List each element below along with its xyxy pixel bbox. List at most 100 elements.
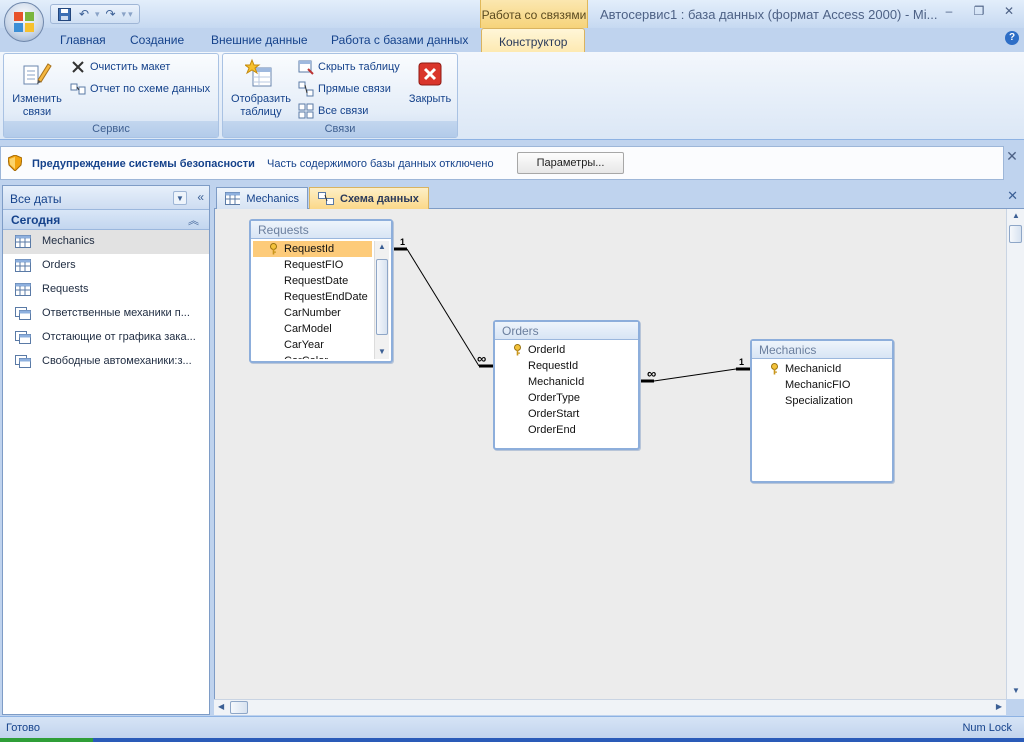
field-row[interactable]: CarYear [253, 337, 372, 353]
nav-item-table[interactable]: Orders [3, 254, 209, 278]
field-row[interactable]: OrderId [497, 342, 636, 358]
collapse-group-icon[interactable]: ︽ [188, 212, 199, 228]
table-window-title[interactable]: Orders [495, 322, 638, 340]
field-list-scrollbar[interactable]: ▲ ▼ [374, 241, 389, 359]
primary-key-icon [770, 363, 779, 375]
undo-dropdown-icon[interactable]: ▾ [95, 9, 100, 20]
field-row[interactable]: MechanicId [497, 374, 636, 390]
tab-external-data[interactable]: Внешние данные [211, 33, 308, 47]
scroll-down-icon[interactable]: ▼ [1012, 686, 1020, 695]
tab-database-tools[interactable]: Работа с базами данных [331, 33, 468, 47]
tab-home[interactable]: Главная [60, 33, 106, 47]
group-service: Изменить связи Очистить макет Отчет по с… [3, 53, 219, 138]
nav-item-query[interactable]: Ответственные механики п... [3, 302, 209, 326]
query-icon [15, 355, 31, 368]
hide-table-icon [298, 59, 314, 75]
direct-relations-button[interactable]: Прямые связи [298, 80, 391, 98]
field-name: CarModel [284, 323, 332, 335]
tab-mechanics[interactable]: Mechanics [216, 187, 308, 209]
field-row[interactable]: RequestDate [253, 273, 372, 289]
table-icon [225, 192, 241, 205]
field-row[interactable]: CarColor [253, 353, 372, 359]
field-name: CarYear [284, 339, 324, 351]
taskbar-strip [0, 738, 1024, 742]
relationship-line[interactable]: ∞1 [640, 357, 750, 383]
redo-dropdown-icon[interactable]: ▾ [122, 9, 127, 20]
field-name: CarColor [284, 355, 328, 359]
close-document-icon[interactable]: ✕ [1007, 188, 1018, 204]
table-window-requests[interactable]: Requests RequestId RequestFIO RequestDate R… [249, 219, 393, 363]
chevron-down-icon[interactable]: ▼ [173, 191, 187, 205]
cardinality-label: ∞ [647, 366, 656, 381]
scroll-up-icon[interactable]: ▲ [1012, 211, 1020, 220]
table-window-title[interactable]: Mechanics [752, 341, 892, 359]
table-window-mechanics[interactable]: Mechanics MechanicId MechanicFIO Specializ… [750, 339, 894, 483]
help-icon[interactable]: ? [1005, 31, 1019, 45]
minimize-icon[interactable]: – [940, 4, 958, 18]
nav-item-table[interactable]: Requests [3, 278, 209, 302]
cardinality-label: ∞ [477, 351, 486, 366]
nav-group-today[interactable]: Сегодня ︽ [3, 210, 209, 230]
tab-design[interactable]: Конструктор [481, 28, 586, 53]
relationship-line[interactable]: 1∞ [393, 237, 493, 368]
save-icon[interactable] [55, 6, 73, 22]
table-window-orders[interactable]: Orders OrderId RequestId MechanicId OrderTy… [493, 320, 640, 450]
shield-icon [7, 154, 23, 172]
nav-item-query[interactable]: Отстающие от графика зака... [3, 326, 209, 350]
nav-item-query[interactable]: Свободные автомеханики:з... [3, 350, 209, 374]
field-row[interactable]: MechanicId [754, 361, 890, 377]
report-icon [70, 81, 86, 97]
group-service-label: Сервис [4, 121, 218, 137]
close-relations-button[interactable]: Закрыть [405, 58, 455, 106]
field-row[interactable]: Specialization [754, 393, 890, 409]
window-title: Автосервис1 : база данных (формат Access… [600, 7, 938, 22]
nav-pane-header[interactable]: Все даты ▼ « [3, 186, 209, 210]
scroll-right-icon[interactable]: ▶ [996, 702, 1002, 711]
security-options-button[interactable]: Параметры... [517, 152, 624, 174]
horizontal-scroll-thumb[interactable] [230, 701, 248, 714]
table-window-title[interactable]: Requests [251, 221, 391, 239]
field-name: OrderEnd [528, 424, 576, 436]
maximize-icon[interactable]: ❐ [970, 4, 988, 18]
scroll-up-icon[interactable]: ▲ [378, 242, 386, 251]
field-row[interactable]: RequestFIO [253, 257, 372, 273]
tab-create[interactable]: Создание [130, 33, 184, 47]
tab-relationship-schema[interactable]: Схема данных [309, 187, 429, 209]
primary-key-icon [269, 243, 278, 255]
field-row[interactable]: RequestId [253, 241, 372, 257]
scroll-left-icon[interactable]: ◀ [218, 702, 224, 711]
clear-layout-button[interactable]: Очистить макет [70, 58, 170, 76]
field-name: RequestDate [284, 275, 349, 287]
vertical-scroll-thumb[interactable] [1009, 225, 1022, 243]
field-row[interactable]: MechanicFIO [754, 377, 890, 393]
scroll-down-icon[interactable]: ▼ [378, 347, 386, 356]
field-row[interactable]: RequestId [497, 358, 636, 374]
close-icon[interactable]: ✕ [1000, 4, 1018, 18]
show-table-button[interactable]: Отобразить таблицу [227, 58, 295, 119]
close-red-x-icon [414, 58, 446, 90]
hide-table-button[interactable]: Скрыть таблицу [298, 58, 400, 76]
redo-icon[interactable]: ↷ [102, 6, 120, 22]
field-list: RequestId RequestFIO RequestDate RequestEnd… [253, 241, 372, 359]
field-row[interactable]: OrderEnd [497, 422, 636, 438]
relationships-canvas[interactable]: 1 ∞ ∞ 1 Requests RequestId RequestFIO Request… [214, 209, 1006, 699]
nav-item-label: Mechanics [42, 235, 95, 247]
security-close-icon[interactable]: ✕ [1004, 148, 1020, 165]
undo-icon[interactable]: ↶ [75, 6, 93, 22]
canvas-horizontal-scrollbar[interactable]: ◀ ▶ [214, 699, 1006, 715]
field-row[interactable]: CarModel [253, 321, 372, 337]
edit-relations-button[interactable]: Изменить связи [8, 58, 66, 119]
field-row[interactable]: OrderType [497, 390, 636, 406]
field-scroll-thumb[interactable] [376, 259, 388, 335]
tab-mechanics-label: Mechanics [246, 192, 299, 205]
collapse-pane-icon[interactable]: « [197, 190, 204, 204]
canvas-vertical-scrollbar[interactable]: ▲ ▼ [1006, 209, 1024, 699]
nav-item-table[interactable]: Mechanics [3, 230, 209, 254]
schema-report-button[interactable]: Отчет по схеме данных [70, 80, 210, 98]
all-relations-button[interactable]: Все связи [298, 102, 368, 120]
customize-qat-icon[interactable]: ▾ [128, 9, 133, 20]
field-row[interactable]: RequestEndDate [253, 289, 372, 305]
field-row[interactable]: OrderStart [497, 406, 636, 422]
field-row[interactable]: CarNumber [253, 305, 372, 321]
office-button[interactable] [4, 2, 44, 42]
